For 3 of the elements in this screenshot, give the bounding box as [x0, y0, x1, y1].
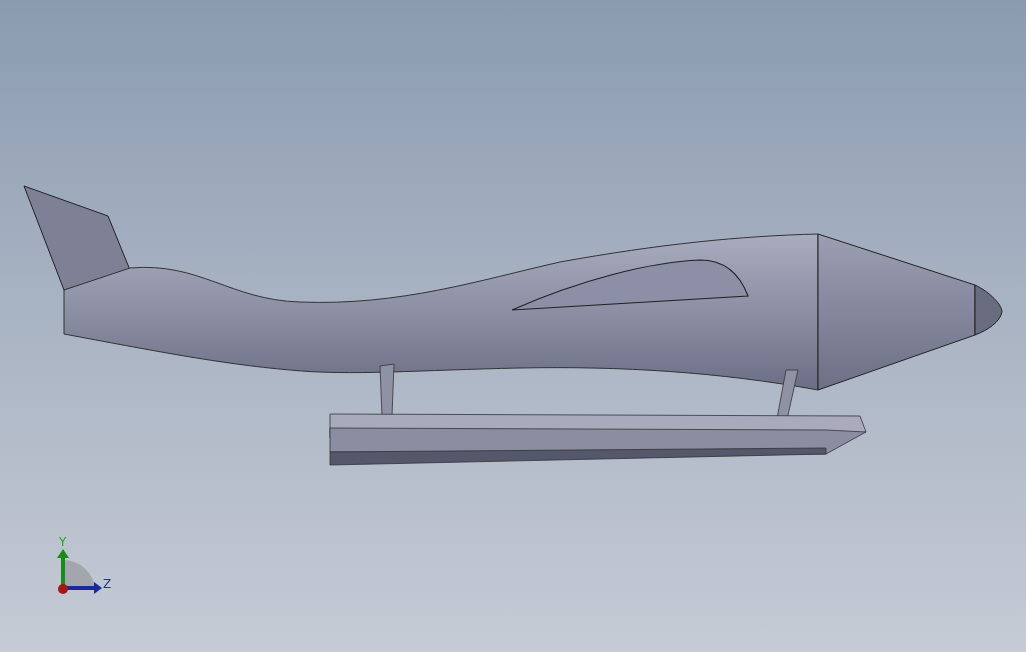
axis-triad-icon [57, 549, 102, 594]
z-axis-label: Z [103, 577, 112, 591]
y-axis-label: Y [59, 535, 67, 549]
